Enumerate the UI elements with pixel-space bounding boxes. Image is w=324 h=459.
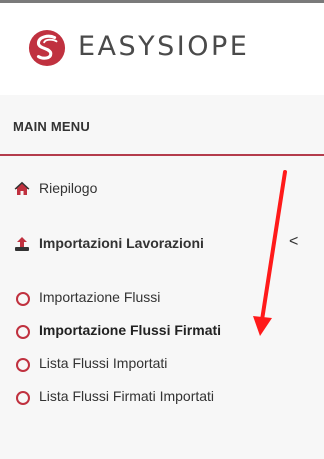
upload-icon bbox=[15, 237, 29, 251]
main-menu-title: MAIN MENU bbox=[13, 119, 90, 134]
submenu-item-lista-flussi-importati[interactable]: Lista Flussi Importati bbox=[0, 349, 324, 381]
submenu-item-label: Lista Flussi Importati bbox=[39, 355, 168, 371]
main-menu-header: MAIN MENU bbox=[0, 95, 324, 156]
submenu-item-importazione-flussi[interactable]: Importazione Flussi bbox=[0, 283, 324, 315]
brand-name[interactable]: EASYSIOPE bbox=[78, 31, 249, 62]
submenu-item-label: Importazione Flussi Firmati bbox=[39, 322, 222, 338]
circle-icon bbox=[16, 325, 30, 339]
chevron-left-icon[interactable]: < bbox=[289, 233, 298, 251]
sidebar-item-label: Importazioni Lavorazioni bbox=[39, 235, 204, 251]
sidebar-item-importazioni-lavorazioni[interactable]: Importazioni Lavorazioni < bbox=[0, 227, 324, 261]
submenu-item-lista-flussi-firmati-importati[interactable]: Lista Flussi Firmati Importati bbox=[0, 382, 324, 414]
sidebar: Riepilogo Importazioni Lavorazioni < Imp… bbox=[0, 156, 324, 459]
sidebar-item-label: Riepilogo bbox=[39, 180, 98, 196]
circle-icon bbox=[16, 358, 30, 372]
home-icon bbox=[14, 181, 30, 195]
submenu-item-label: Importazione Flussi bbox=[39, 289, 161, 305]
sidebar-item-riepilogo[interactable]: Riepilogo bbox=[0, 172, 324, 206]
circle-icon bbox=[16, 292, 30, 306]
easysiope-logo-icon[interactable] bbox=[28, 29, 66, 67]
submenu-item-label: Lista Flussi Firmati Importati bbox=[39, 388, 215, 404]
circle-icon bbox=[16, 391, 30, 405]
submenu-item-importazione-flussi-firmati[interactable]: Importazione Flussi Firmati bbox=[0, 316, 324, 348]
brand-header: EASYSIOPE bbox=[0, 3, 324, 95]
